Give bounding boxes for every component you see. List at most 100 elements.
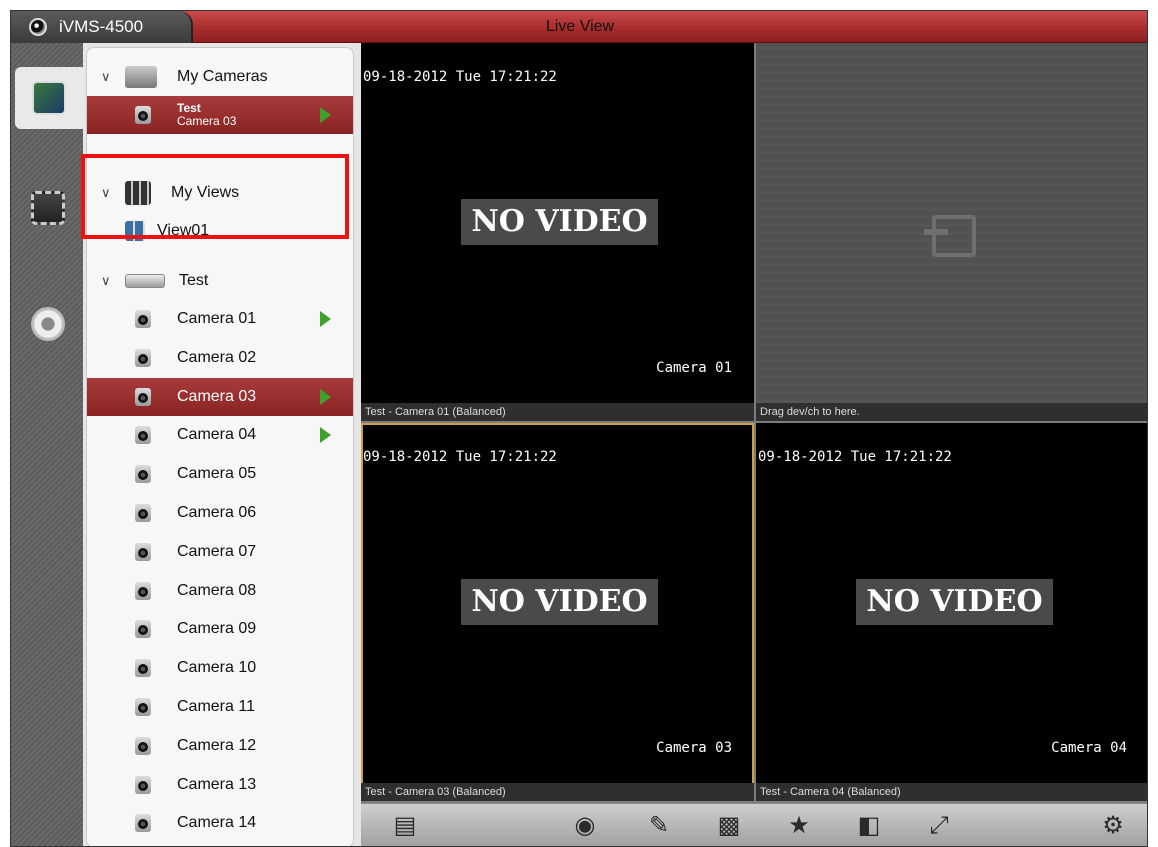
drop-arrow-icon [924,229,948,235]
camera-label: Camera 12 [177,736,257,754]
my-cameras-label: My Cameras [177,68,268,85]
play-icon[interactable] [320,427,331,444]
view-icon [125,221,145,241]
device-group[interactable]: ∨ Test [87,262,353,300]
camera-icon [135,465,151,484]
camera-label: Camera 10 [177,659,257,677]
video-tile-1[interactable]: 09-18-2012 Tue 17:21:22 NO VIDEO Camera … [361,43,754,421]
play-icon[interactable] [320,107,331,123]
app-tab[interactable]: iVMS-4500 [11,11,193,43]
camera-item[interactable]: Camera 14 [87,804,353,842]
chevron-down-icon: ∨ [101,185,111,200]
timestamp: 09-18-2012 Tue 17:21:22 [363,69,557,85]
camera-item[interactable]: Camera 06 [87,494,353,532]
device-tree: ∨ My Cameras Test Camera 03 ∨ My Views V… [86,47,354,846]
app-window: iVMS-4500 Live View ∨ My Cameras Test Ca… [10,10,1148,847]
my-views-icon [125,181,151,205]
play-icon[interactable] [320,388,331,405]
device-label: Test [179,272,209,289]
playback-button[interactable] [17,177,79,239]
mic-icon[interactable]: ✎ [645,812,673,840]
chevron-down-icon: ∨ [101,273,111,288]
camera-label: Camera 06 [177,504,257,521]
settings-icon [31,307,65,341]
camera-item[interactable]: Camera 03 [87,377,353,416]
my-views-label: My Views [171,184,240,201]
camera-overlay: Camera 03 [656,740,732,756]
ivms-logo-icon [29,18,47,36]
camera-label: Camera 03 [177,387,257,405]
view-label: View01 [157,222,210,239]
my-cameras-item[interactable]: Test Camera 03 [87,96,353,134]
fullscreen-icon[interactable]: ⤢ [925,812,953,840]
camera-item[interactable]: Camera 13 [87,766,353,804]
quality-icon[interactable]: ▩ [715,812,743,840]
camera-icon [135,814,151,833]
camera-label: Camera 07 [177,542,257,560]
camera-icon [135,504,151,522]
settings-button[interactable] [17,293,79,355]
my-camera-label: Test Camera 03 [177,102,236,128]
device-tree-panel: ∨ My Cameras Test Camera 03 ∨ My Views V… [83,43,361,846]
title-bar: iVMS-4500 Live View [11,11,1147,43]
my-camera-channel: Camera 03 [177,114,237,128]
camera-icon [135,659,151,678]
camera-item[interactable]: Camera 07 [87,533,353,571]
camera-item[interactable]: Camera 04 [87,416,353,454]
tile-caption: Drag dev/ch to here. [756,403,1147,421]
timestamp: 09-18-2012 Tue 17:21:22 [758,449,952,465]
camera-icon [135,775,151,794]
tile-caption: Test - Camera 03 (Balanced) [361,783,754,801]
stop-all-icon[interactable]: ▤ [391,812,419,840]
video-tile-3[interactable]: 09-18-2012 Tue 17:21:22 NO VIDEO Camera … [361,423,754,801]
live-view-icon [32,81,66,115]
live-view-button[interactable] [15,67,83,129]
camera-label: Camera 09 [177,620,257,638]
video-tile-4[interactable]: 09-18-2012 Tue 17:21:22 NO VIDEO Camera … [756,423,1147,801]
chevron-down-icon: ∨ [101,69,111,84]
my-cameras-icon [125,66,157,88]
view-item[interactable]: View01 [87,212,353,250]
no-video-label: NO VIDEO [856,579,1053,625]
camera-overlay: Camera 04 [1051,740,1127,756]
camera-label: Camera 02 [177,348,257,366]
close-window-icon[interactable]: ◧ [855,812,883,840]
camera-item[interactable]: Camera 12 [87,727,353,765]
drop-target-icon [932,215,976,257]
camera-icon [135,310,151,328]
my-cameras-group[interactable]: ∨ My Cameras [87,58,353,96]
no-video-label: NO VIDEO [461,579,658,625]
camera-icon [135,542,151,561]
camera-item[interactable]: Camera 09 [87,610,353,648]
my-views-group[interactable]: ∨ My Views [87,174,353,212]
camera-icon [135,736,151,755]
camera-item[interactable]: Camera 01 [87,300,353,338]
camera-icon [135,698,151,716]
camera-label: Camera 13 [177,775,257,793]
snapshot-icon[interactable]: ◉ [571,812,599,840]
camera-item[interactable]: Camera 10 [87,649,353,687]
camera-item[interactable]: Camera 05 [87,455,353,493]
video-tile-2[interactable]: Drag dev/ch to here. [756,43,1147,421]
camera-icon [135,106,151,124]
dvr-icon [125,274,165,288]
no-video-label: NO VIDEO [461,199,658,245]
camera-icon [135,581,151,600]
camera-icon [135,387,151,406]
camera-item[interactable]: Camera 02 [87,339,353,377]
camera-item[interactable]: Camera 08 [87,572,353,610]
camera-icon [135,348,151,367]
favorite-icon[interactable]: ★ [785,812,813,840]
playback-icon [31,191,65,225]
camera-label: Camera 05 [177,465,257,483]
camera-item[interactable]: Camera 11 [87,688,353,726]
camera-label: Camera 01 [177,310,257,327]
tile-caption: Test - Camera 01 (Balanced) [361,403,754,421]
bottom-toolbar: ▤ ◉ ✎ ▩ ★ ◧ ⤢ ⚙ [361,803,1147,846]
tile-caption: Test - Camera 04 (Balanced) [756,783,1147,801]
ptz-icon[interactable]: ⚙ [1099,812,1127,840]
camera-label: Camera 08 [177,581,257,599]
play-icon[interactable] [320,311,331,327]
left-rail [11,43,83,846]
camera-label: Camera 11 [177,698,255,715]
